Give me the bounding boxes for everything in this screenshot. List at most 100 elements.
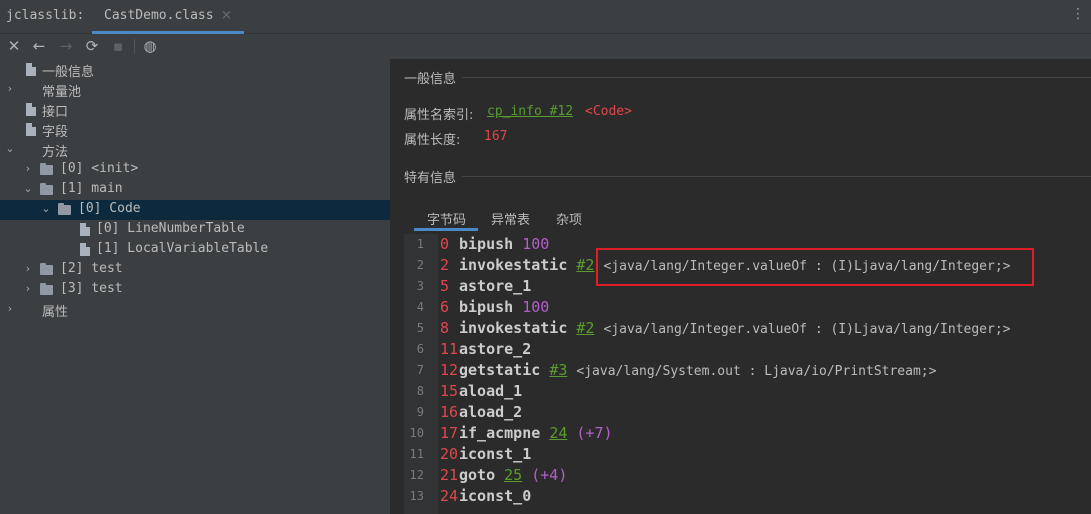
attribute-length-label: 属性长度:	[404, 133, 461, 148]
opcode: goto	[459, 466, 496, 484]
bytecode-instruction: aload_1	[459, 382, 522, 400]
tab-close-icon[interactable]: ×	[221, 8, 232, 23]
tab-bytecode[interactable]: 字节码	[427, 209, 466, 228]
line-number: 8	[416, 384, 424, 398]
detail-panel: 一般信息 属性名索引: cp_info #12 <Code> 属性长度: 167…	[390, 59, 1091, 514]
tree-item[interactable]: › [2] test	[0, 260, 390, 280]
constant-comment: <java/lang/Integer.valueOf : (I)Ljava/la…	[603, 322, 1011, 337]
toolbar: ✕ ← → ⟳ ▪ ◍	[0, 34, 1091, 59]
bytecode-line: 5 8 invokestatic #2 <java/lang/Integer.val…	[404, 318, 1091, 339]
tree-item-label: 常量池	[42, 85, 82, 100]
specific-info-title: 特有信息	[404, 171, 457, 186]
tree-item[interactable]: 一般信息	[0, 60, 390, 80]
web-browser-icon[interactable]: ◍	[140, 36, 160, 56]
opcode: invokestatic	[459, 319, 568, 337]
file-icon	[26, 63, 36, 76]
tab-exception-table[interactable]: 异常表	[491, 209, 530, 228]
bytecode-line: 13 24 iconst_0	[404, 486, 1091, 507]
line-number: 10	[409, 426, 424, 440]
bytecode-line: 12 21 goto 25 (+4)	[404, 465, 1091, 486]
tree-item-label: [0] LineNumberTable	[96, 221, 245, 236]
operand-number: 100	[522, 298, 550, 316]
folder-icon	[40, 263, 53, 275]
editor-tab-bar: jclasslib: CastDemo.class × ⋮	[0, 0, 1091, 34]
operand-link[interactable]: #2	[576, 319, 594, 337]
folder-icon	[40, 283, 53, 295]
tree-item[interactable]: ⌄ [1] main	[0, 180, 390, 200]
general-info-title: 一般信息	[404, 72, 457, 87]
highlight-annotation-box	[596, 248, 1034, 286]
expand-arrow-icon[interactable]: ›	[4, 82, 16, 96]
expand-arrow-icon[interactable]: ›	[22, 282, 34, 296]
tree-item[interactable]: ⌄ 方法	[0, 140, 390, 160]
bytecode-instruction: goto 25 (+4)	[459, 466, 567, 484]
operand-link[interactable]: 25	[504, 466, 522, 484]
bytecode-instruction: iconst_0	[459, 487, 531, 505]
bytecode-line: 11 20 iconst_1	[404, 444, 1091, 465]
tree-item-label: [0] <init>	[60, 161, 139, 176]
bytecode-instruction: astore_1	[459, 277, 531, 295]
close-icon[interactable]: ✕	[4, 36, 24, 56]
collapse-arrow-icon[interactable]: ⌄	[22, 182, 34, 196]
line-number: 9	[416, 405, 424, 419]
bytecode-instruction: iconst_1	[459, 445, 531, 463]
tab-castdemo-class[interactable]: CastDemo.class ×	[92, 0, 244, 34]
back-arrow-icon[interactable]: ←	[29, 36, 49, 56]
line-number: 7	[416, 363, 424, 377]
collapse-arrow-icon[interactable]: ⌄	[4, 142, 16, 156]
operand-link[interactable]: 24	[549, 424, 567, 442]
tree-item[interactable]: › [3] test	[0, 280, 390, 300]
file-icon	[26, 103, 36, 116]
operand-link[interactable]: #3	[549, 361, 567, 379]
jump-offset: (+4)	[531, 466, 568, 484]
tree-item-label: [3] test	[60, 281, 123, 296]
refresh-icon[interactable]: ⟳	[82, 36, 102, 56]
section-divider	[462, 176, 1091, 177]
name-index-link[interactable]: cp_info #12	[487, 104, 573, 119]
active-inner-tab-indicator	[414, 228, 478, 231]
jump-offset: (+7)	[576, 424, 613, 442]
tree-item[interactable]: [0] LineNumberTable	[0, 220, 390, 240]
collapse-arrow-icon[interactable]: ⌄	[40, 202, 52, 216]
save-icon[interactable]: ▪	[108, 36, 128, 56]
opcode: invokestatic	[459, 256, 568, 274]
tab-misc[interactable]: 杂项	[556, 209, 582, 228]
tree-item[interactable]: 接口	[0, 100, 390, 120]
expand-arrow-icon[interactable]: ›	[22, 262, 34, 276]
tree-item[interactable]: [1] LocalVariableTable	[0, 240, 390, 260]
line-number: 11	[409, 447, 424, 461]
expand-arrow-icon[interactable]: ›	[22, 162, 34, 176]
folder-icon	[40, 163, 53, 175]
class-structure-tree: 一般信息 › 常量池 接口 字段 ⌄ 方法 › [0] <init> ⌄ [1] main ⌄ [0] …	[0, 59, 390, 514]
opcode: getstatic	[459, 361, 541, 379]
line-number: 13	[409, 489, 424, 503]
more-options-icon[interactable]: ⋮	[1071, 6, 1085, 22]
name-index-value: <Code>	[585, 104, 632, 119]
folder-icon	[40, 183, 53, 195]
tree-item[interactable]: 字段	[0, 120, 390, 140]
opcode: if_acmpne	[459, 424, 541, 442]
bytecode-instruction: astore_2	[459, 340, 531, 358]
line-number: 6	[416, 342, 424, 356]
bytecode-instruction: bipush 100	[459, 235, 549, 253]
section-divider	[462, 77, 1091, 78]
line-number: 12	[409, 468, 424, 482]
bytecode-instruction: getstatic #3 <java/lang/System.out : Lja…	[459, 361, 936, 379]
tree-item[interactable]: › 属性	[0, 300, 390, 320]
tree-item[interactable]: ⌄ [0] Code	[0, 200, 390, 220]
tab-label[interactable]: CastDemo.class	[104, 8, 214, 23]
line-number: 3	[416, 279, 424, 293]
forward-arrow-icon[interactable]: →	[56, 36, 76, 56]
toolbar-separator	[134, 39, 135, 54]
bytecode-line: 10 17 if_acmpne 24 (+7)	[404, 423, 1091, 444]
expand-arrow-icon[interactable]: ›	[4, 302, 16, 316]
line-number: 2	[416, 258, 424, 272]
bytecode-instruction: invokestatic #2 <java/lang/Integer.value…	[459, 319, 1011, 337]
tree-item-label: [1] LocalVariableTable	[96, 241, 269, 256]
file-icon	[80, 223, 90, 236]
tree-item-label: 方法	[42, 145, 69, 160]
tree-item[interactable]: › 常量池	[0, 80, 390, 100]
bytecode-instruction: if_acmpne 24 (+7)	[459, 424, 613, 442]
tree-item[interactable]: › [0] <init>	[0, 160, 390, 180]
operand-link[interactable]: #2	[576, 256, 594, 274]
